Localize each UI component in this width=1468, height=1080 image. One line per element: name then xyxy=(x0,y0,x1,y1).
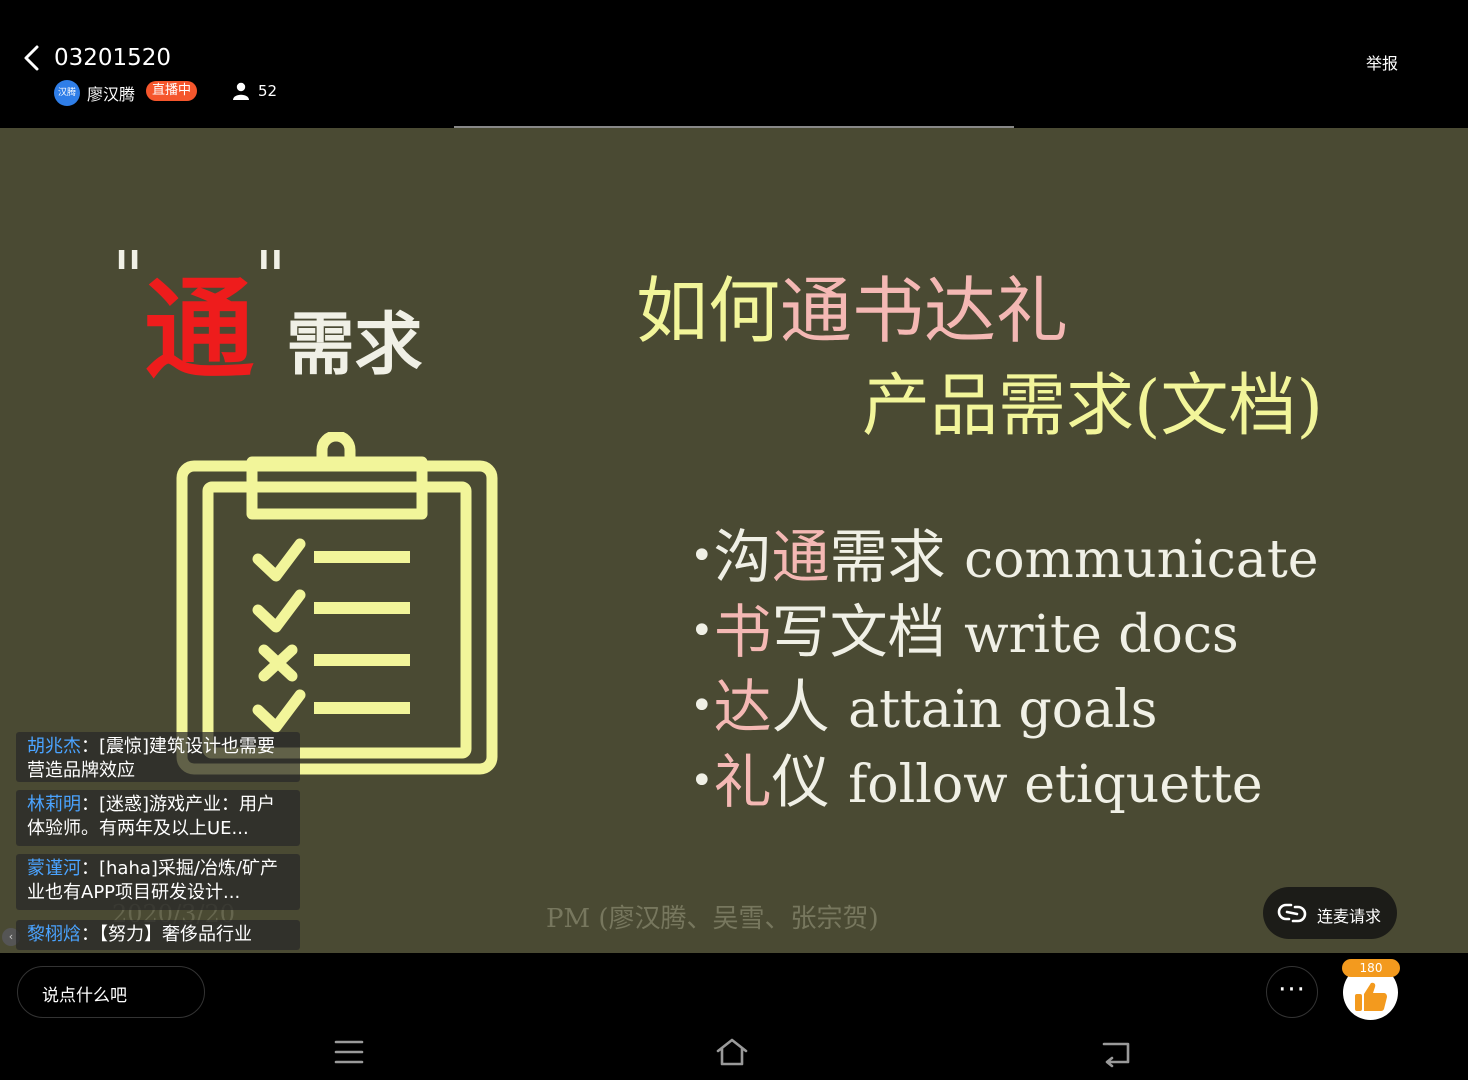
bullet-en: communicate xyxy=(964,530,1319,590)
home-icon[interactable] xyxy=(715,1036,749,1070)
host-name[interactable]: 廖汉腾 xyxy=(87,81,135,105)
chat-comment: 蒙谨河：[haha]采掘/冶炼/矿产业也有APP项目研发设计... xyxy=(16,854,300,910)
comment-text: 【努力】奢侈品行业 xyxy=(99,924,252,945)
thumbs-up-icon xyxy=(1355,982,1387,1011)
bullet-item: •沟通需求 communicate xyxy=(690,523,1319,591)
slide-footer: PM (廖汉腾、吴雪、张宗贺) xyxy=(546,904,879,934)
title-rest: 需求 xyxy=(286,305,423,385)
mic-request-button[interactable]: 连麦请求 xyxy=(1263,887,1397,939)
chat-input-placeholder: 说点什么吧 xyxy=(42,986,127,1006)
bullet-cn-highlight: 书 xyxy=(713,598,772,666)
bullet-cn-pre: 沟 xyxy=(713,523,772,591)
comment-sep: ： xyxy=(81,924,99,945)
return-icon[interactable] xyxy=(1100,1036,1134,1070)
title-line-1a: 如何 xyxy=(636,269,781,353)
mic-request-label: 连麦请求 xyxy=(1317,907,1382,926)
bullet-item: •达人 attain goals xyxy=(690,673,1158,741)
chat-comment: 林莉明：[迷惑]游戏产业：用户体验师。有两年及以上UE... xyxy=(16,790,300,846)
bullet-item: •书写文档 write docs xyxy=(690,598,1239,666)
quote-close: " xyxy=(254,236,287,318)
bullet-cn-post: 人 xyxy=(771,673,830,741)
comment-user[interactable]: 林莉明 xyxy=(27,794,81,815)
chat-comment: 黎栩焓：【努力】奢侈品行业 xyxy=(16,920,300,950)
bullet-en: attain goals xyxy=(848,680,1158,740)
bullet-en: follow etiquette xyxy=(848,755,1263,815)
slide-left-title: "通"需求 xyxy=(112,236,423,400)
bullet-cn-highlight: 通 xyxy=(771,523,830,591)
comment-sep: ： xyxy=(81,794,99,815)
title-highlight-char: 通 xyxy=(144,265,255,394)
bullet-cn-post: 需求 xyxy=(829,523,946,591)
more-button[interactable]: ··· xyxy=(1266,966,1318,1018)
live-status-badge: 直播中 xyxy=(146,81,198,101)
bullet-cn-post: 写文档 xyxy=(771,598,946,666)
user-icon xyxy=(233,82,249,100)
chat-input[interactable]: 说点什么吧 xyxy=(17,966,205,1018)
bullet-cn-highlight: 礼 xyxy=(713,748,772,816)
back-arrow-icon[interactable] xyxy=(20,44,46,72)
viewer-count: 52 xyxy=(258,82,278,100)
comment-sep: ： xyxy=(81,736,99,757)
room-id: 03201520 xyxy=(54,45,172,71)
like-count-badge: 180 xyxy=(1342,959,1400,977)
comment-user[interactable]: 胡兆杰 xyxy=(27,736,81,757)
slide-title-line-2: 产品需求(文档) xyxy=(862,367,1324,446)
menu-icon[interactable] xyxy=(332,1036,366,1070)
report-button[interactable]: 举报 xyxy=(1366,50,1398,74)
title-line-1b: 通书达礼 xyxy=(780,269,1069,353)
comment-user[interactable]: 蒙谨河 xyxy=(27,858,81,879)
slide-title-line-1: 如何通书达礼 xyxy=(636,252,1068,357)
top-bar: 03201520 汉腾 廖汉腾 直播中 52 举报 xyxy=(0,0,1468,128)
bullet-cn-post: 仪 xyxy=(771,748,830,816)
bullet-cn-highlight: 达 xyxy=(713,673,772,741)
comment-sep: ： xyxy=(81,858,99,879)
bullet-item: •礼仪 follow etiquette xyxy=(690,748,1263,816)
mic-link-icon xyxy=(1277,903,1307,923)
quote-open: " xyxy=(112,236,145,318)
host-avatar[interactable]: 汉腾 xyxy=(54,80,80,106)
bullet-en: write docs xyxy=(964,605,1239,665)
chat-comment: 胡兆杰：[震惊]建筑设计也需要营造品牌效应 xyxy=(16,732,300,782)
clipboard-checklist-icon xyxy=(176,432,498,775)
comment-user[interactable]: 黎栩焓 xyxy=(27,924,81,945)
